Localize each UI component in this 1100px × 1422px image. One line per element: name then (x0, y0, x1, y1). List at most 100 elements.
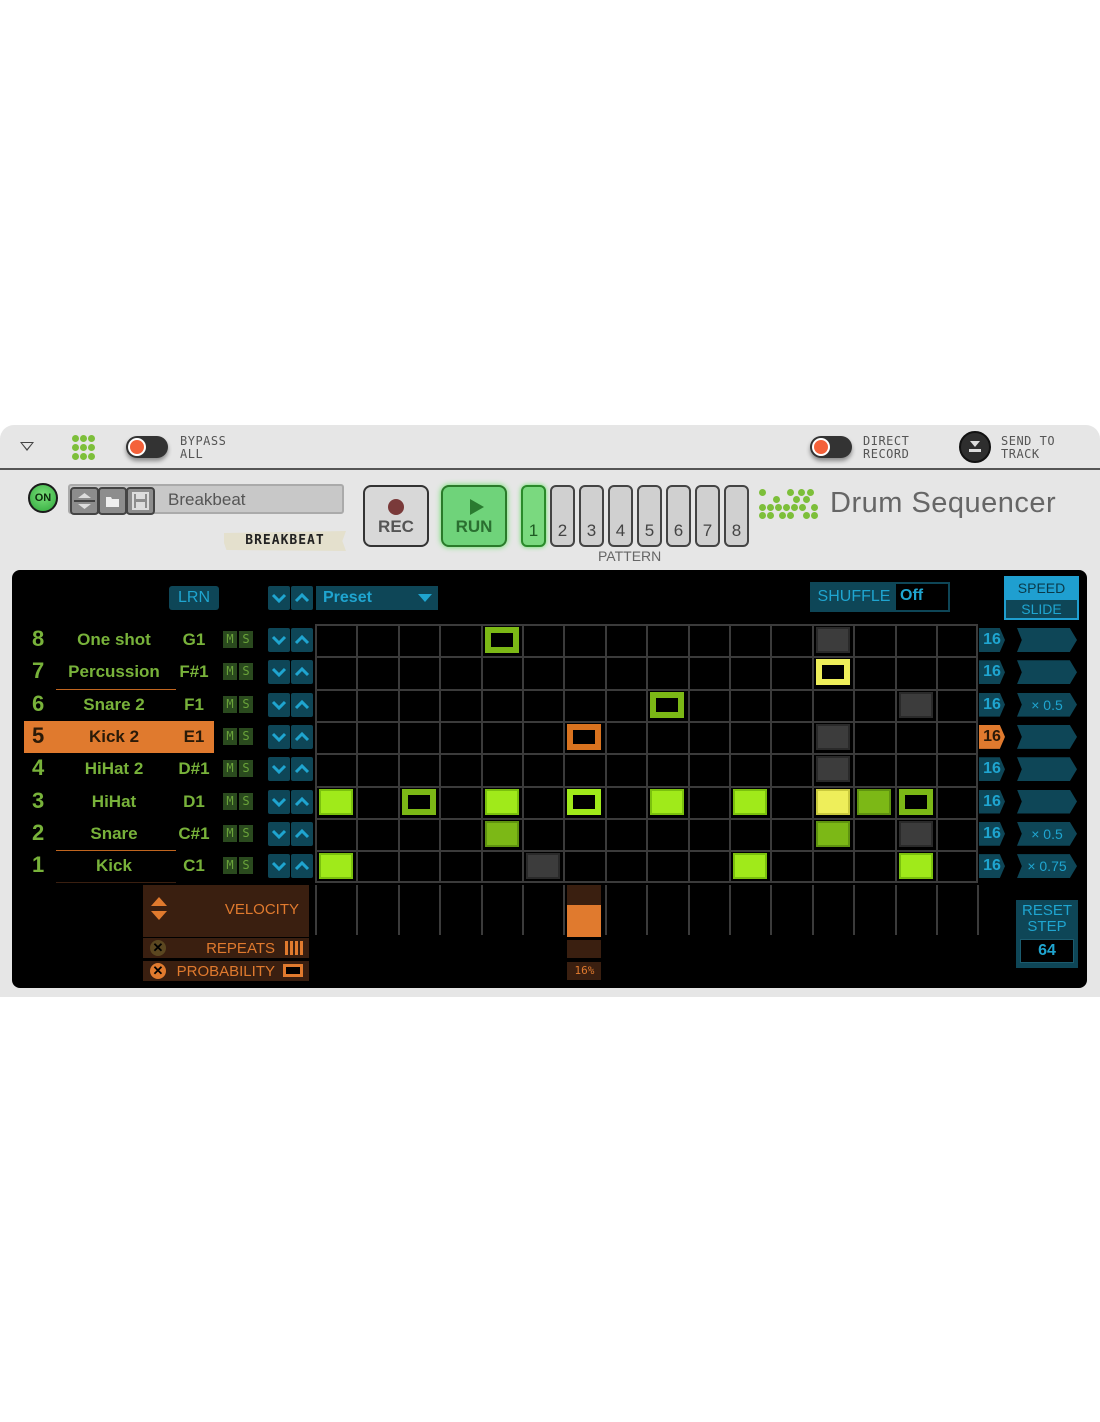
lane-down-button[interactable] (268, 757, 290, 782)
repeats-selector[interactable]: ✕ REPEATS (143, 938, 309, 958)
lane-up-button[interactable] (291, 757, 313, 782)
repeats-bar[interactable] (567, 940, 602, 958)
step-cell[interactable] (815, 788, 850, 815)
preset-up-button[interactable] (291, 586, 313, 610)
lane-name[interactable]: Snare 2 (54, 695, 174, 715)
bypass-all-toggle[interactable] (126, 436, 168, 458)
patch-name[interactable]: Breakbeat (168, 490, 246, 510)
step-cell[interactable] (815, 659, 850, 686)
on-button[interactable]: ON (28, 483, 58, 513)
lane-length[interactable]: 16 (979, 757, 1005, 782)
step-cell[interactable] (319, 853, 353, 880)
lane-length[interactable]: 16 (979, 628, 1005, 652)
pattern-button-1[interactable]: 1 (521, 485, 546, 547)
pattern-button-8[interactable]: 8 (724, 485, 749, 547)
mute-button[interactable]: M (223, 857, 237, 875)
mute-button[interactable]: M (223, 824, 237, 842)
step-cell[interactable] (484, 627, 519, 653)
step-cell[interactable] (898, 820, 933, 847)
shuffle-control[interactable]: SHUFFLE Off (810, 582, 950, 612)
step-cell[interactable] (526, 853, 560, 880)
lane-length[interactable]: 16 (979, 724, 1005, 749)
preset-down-button[interactable] (268, 586, 290, 610)
lane-down-button[interactable] (268, 789, 290, 814)
lane-rate[interactable] (1017, 628, 1077, 652)
step-grid[interactable] (315, 624, 978, 883)
pattern-button-6[interactable]: 6 (666, 485, 691, 547)
lane-up-button[interactable] (291, 692, 313, 717)
lane-up-button[interactable] (291, 854, 313, 879)
probability-selector[interactable]: ✕ PROBABILITY (143, 961, 309, 981)
solo-button[interactable]: S (239, 792, 253, 810)
mute-button[interactable]: M (223, 631, 237, 648)
step-cell[interactable] (733, 853, 767, 880)
lane-down-button[interactable] (268, 692, 290, 717)
step-cell[interactable] (815, 820, 850, 847)
pattern-button-5[interactable]: 5 (637, 485, 662, 547)
lane-note[interactable]: F#1 (176, 662, 212, 682)
solo-button[interactable]: S (239, 824, 253, 842)
step-cell[interactable] (815, 756, 850, 783)
step-cell[interactable] (484, 820, 519, 847)
step-cell[interactable] (650, 691, 685, 718)
lane-length[interactable]: 16 (979, 789, 1005, 814)
lane-name[interactable]: HiHat (54, 792, 174, 812)
lane-name[interactable]: Kick 2 (54, 727, 174, 747)
lane-rate[interactable] (1017, 724, 1077, 749)
rec-button[interactable]: REC (363, 485, 429, 547)
save-icon[interactable] (126, 487, 155, 515)
step-cell[interactable] (401, 788, 436, 815)
close-icon[interactable]: ✕ (150, 940, 166, 956)
lane-rate[interactable]: × 0.5 (1017, 692, 1077, 717)
step-cell[interactable] (567, 723, 602, 750)
lane-note[interactable]: D1 (176, 792, 212, 812)
solo-button[interactable]: S (239, 760, 253, 778)
lane-down-button[interactable] (268, 854, 290, 879)
mute-button[interactable]: M (223, 727, 237, 745)
lane-up-button[interactable] (291, 789, 313, 814)
step-cell[interactable] (815, 723, 850, 750)
lane-down-button[interactable] (268, 821, 290, 846)
lane-note[interactable]: D#1 (176, 759, 212, 779)
lane-down-button[interactable] (268, 628, 290, 652)
mute-button[interactable]: M (223, 663, 237, 681)
lane-name[interactable]: One shot (54, 630, 174, 650)
step-cell[interactable] (484, 788, 519, 815)
step-cell[interactable] (733, 788, 767, 815)
lane-up-button[interactable] (291, 628, 313, 652)
lane-note[interactable]: C#1 (176, 824, 212, 844)
patch-prev-next-button[interactable] (70, 487, 99, 515)
lane-up-button[interactable] (291, 821, 313, 846)
solo-button[interactable]: S (239, 727, 253, 745)
speed-slide-toggle[interactable]: SPEED SLIDE (1004, 576, 1079, 620)
lane-note[interactable]: C1 (176, 856, 212, 876)
velocity-bar[interactable] (567, 885, 602, 937)
lane-down-button[interactable] (268, 724, 290, 749)
run-button[interactable]: RUN (441, 485, 507, 547)
folder-icon[interactable] (98, 487, 127, 515)
pattern-button-7[interactable]: 7 (695, 485, 720, 547)
lane-name[interactable]: Kick (54, 856, 174, 876)
lane-name[interactable]: Percussion (54, 662, 174, 682)
pattern-button-2[interactable]: 2 (550, 485, 575, 547)
probability-value[interactable]: 16% (567, 962, 602, 980)
step-cell[interactable] (815, 627, 850, 653)
lane-note[interactable]: F1 (176, 695, 212, 715)
send-to-track-button[interactable] (959, 431, 991, 463)
step-cell[interactable] (319, 788, 353, 815)
speed-option[interactable]: SPEED (1006, 578, 1077, 600)
pattern-button-4[interactable]: 4 (608, 485, 633, 547)
direct-record-toggle[interactable] (810, 436, 852, 458)
step-cell[interactable] (898, 788, 933, 815)
solo-button[interactable]: S (239, 631, 253, 648)
solo-button[interactable]: S (239, 695, 253, 713)
lane-name[interactable]: HiHat 2 (54, 759, 174, 779)
lane-down-button[interactable] (268, 660, 290, 685)
lane-length[interactable]: 16 (979, 854, 1005, 879)
close-icon[interactable]: ✕ (150, 963, 166, 979)
solo-button[interactable]: S (239, 663, 253, 681)
lane-note[interactable]: G1 (176, 630, 212, 650)
mute-button[interactable]: M (223, 792, 237, 810)
lane-length[interactable]: 16 (979, 660, 1005, 685)
reset-step-control[interactable]: RESET STEP 64 (1016, 900, 1078, 968)
